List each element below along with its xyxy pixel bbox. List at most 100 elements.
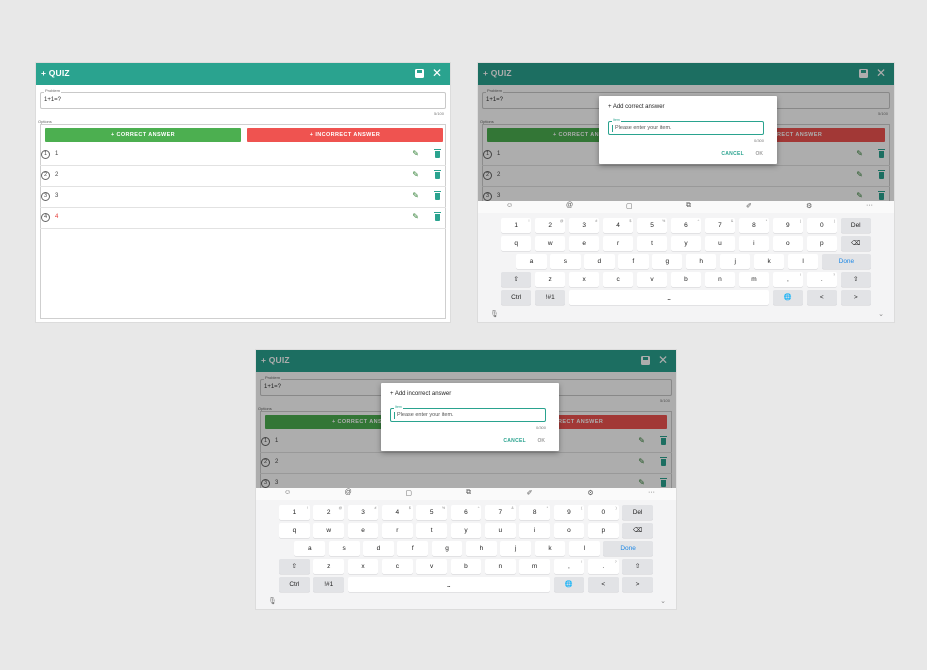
language-key[interactable]: 🌐 [772,290,804,305]
shift-key[interactable]: ⇧ [622,559,653,574]
keyboard-toolbar-icon[interactable]: ☺ [506,202,513,209]
key-m[interactable]: m [738,272,770,287]
key-e[interactable]: e [568,236,600,251]
microphone-icon[interactable]: 🎙 [268,597,277,605]
keyboard-toolbar-icon[interactable]: @ [566,202,573,209]
key-n[interactable]: n [704,272,736,287]
keyboard-toolbar-icon[interactable]: ▢ [405,489,412,497]
key-b[interactable]: b [450,559,482,574]
shift-key[interactable]: ⇧ [279,559,310,574]
key-period[interactable]: .? [806,272,838,287]
key-l[interactable]: l [787,254,819,269]
item-input[interactable]: Item Please enter your item. [390,405,546,422]
key-v[interactable]: v [416,559,448,574]
key-h[interactable]: h [686,254,717,269]
key-comma[interactable]: ,! [772,272,804,287]
key-1[interactable]: 1! [501,218,532,233]
delete-icon[interactable] [434,212,441,221]
cursor-right-key[interactable]: > [622,577,653,592]
key-a[interactable]: a [294,541,326,556]
key-8[interactable]: 8 * [519,505,551,520]
cancel-button[interactable]: CANCEL [721,151,744,157]
key-7[interactable]: 7 & [484,505,516,520]
keyboard-toolbar-icon[interactable]: ··· [648,489,655,496]
key-b[interactable]: b [670,272,702,287]
edit-icon[interactable]: ✎ [412,149,419,158]
key-5[interactable]: 5% [416,505,448,520]
key-w[interactable]: w [534,236,566,251]
key-d[interactable]: d [363,541,394,556]
key-x[interactable]: x [347,559,379,574]
key-y[interactable]: y [450,523,482,538]
key-j[interactable]: j [500,541,532,556]
item-input[interactable]: Item Please enter your item. [608,118,764,135]
key-c[interactable]: c [602,272,634,287]
key-c[interactable]: c [381,559,413,574]
key-n[interactable]: n [484,559,516,574]
key-r[interactable]: r [381,523,413,538]
keyboard-toolbar-icon[interactable]: ⚙ [806,202,812,210]
key-o[interactable]: o [772,236,804,251]
key-k[interactable]: k [753,254,785,269]
cursor-right-key[interactable]: > [840,290,871,305]
done-key[interactable]: Done [821,254,871,269]
key-z[interactable]: z [534,272,566,287]
backspace-key[interactable]: ⌫ [840,236,871,251]
ctrl-key[interactable]: Ctrl [501,290,532,305]
key-s[interactable]: s [550,254,581,269]
delete-icon[interactable] [434,170,441,179]
symbols-key[interactable]: !#1 [313,577,345,592]
backspace-key[interactable]: ⌫ [622,523,653,538]
key-p[interactable]: p [806,236,838,251]
keyboard-toolbar-icon[interactable]: @ [345,489,352,496]
key-q[interactable]: q [279,523,310,538]
symbols-key[interactable]: !#1 [534,290,566,305]
key-9[interactable]: 9( [772,218,804,233]
key-7[interactable]: 7 & [704,218,736,233]
done-key[interactable]: Done [603,541,653,556]
key-e[interactable]: e [347,523,379,538]
key-m[interactable]: m [519,559,551,574]
space-key[interactable]: ⎵ [568,290,770,305]
key-g[interactable]: g [652,254,683,269]
key-5[interactable]: 5% [636,218,668,233]
key-del[interactable]: Del [622,505,653,520]
keyboard-toolbar-icon[interactable]: ⧉ [466,489,471,497]
key-z[interactable]: z [313,559,345,574]
key-6[interactable]: 6 ^ [670,218,702,233]
save-icon[interactable] [415,69,424,78]
key-r[interactable]: r [602,236,634,251]
key-comma[interactable]: ,! [553,559,585,574]
key-d[interactable]: d [584,254,615,269]
keyboard-collapse-icon[interactable]: ⌄ [660,597,666,605]
key-8[interactable]: 8 * [738,218,770,233]
key-t[interactable]: t [636,236,668,251]
key-k[interactable]: k [534,541,566,556]
edit-icon[interactable]: ✎ [412,170,419,179]
key-x[interactable]: x [568,272,600,287]
microphone-icon[interactable]: 🎙 [490,310,499,318]
add-incorrect-answer-button[interactable]: + INCORRECT ANSWER [247,128,443,142]
keyboard-toolbar-icon[interactable]: ⧉ [686,202,691,210]
shift-key[interactable]: ⇧ [501,272,532,287]
key-9[interactable]: 9( [553,505,585,520]
keyboard-toolbar-icon[interactable]: ✐ [746,202,752,210]
key-0[interactable]: 0) [587,505,619,520]
key-period[interactable]: .? [587,559,619,574]
key-u[interactable]: u [484,523,516,538]
key-0[interactable]: 0) [806,218,838,233]
cursor-left-key[interactable]: < [587,577,619,592]
answer-row[interactable]: 2 2 ✎ [40,166,446,187]
space-key[interactable]: ⎵ [347,577,551,592]
keyboard-toolbar-icon[interactable]: ▢ [626,202,633,210]
keyboard-toolbar-icon[interactable]: ··· [866,202,873,209]
key-s[interactable]: s [328,541,360,556]
key-o[interactable]: o [553,523,585,538]
key-f[interactable]: f [397,541,429,556]
answer-row[interactable]: 1 1 ✎ [40,145,446,166]
answer-row[interactable]: 3 3 ✎ [40,187,446,208]
key-h[interactable]: h [466,541,497,556]
key-3[interactable]: 3 # [568,218,600,233]
keyboard-toolbar-icon[interactable]: ⚙ [587,489,593,497]
key-a[interactable]: a [516,254,547,269]
